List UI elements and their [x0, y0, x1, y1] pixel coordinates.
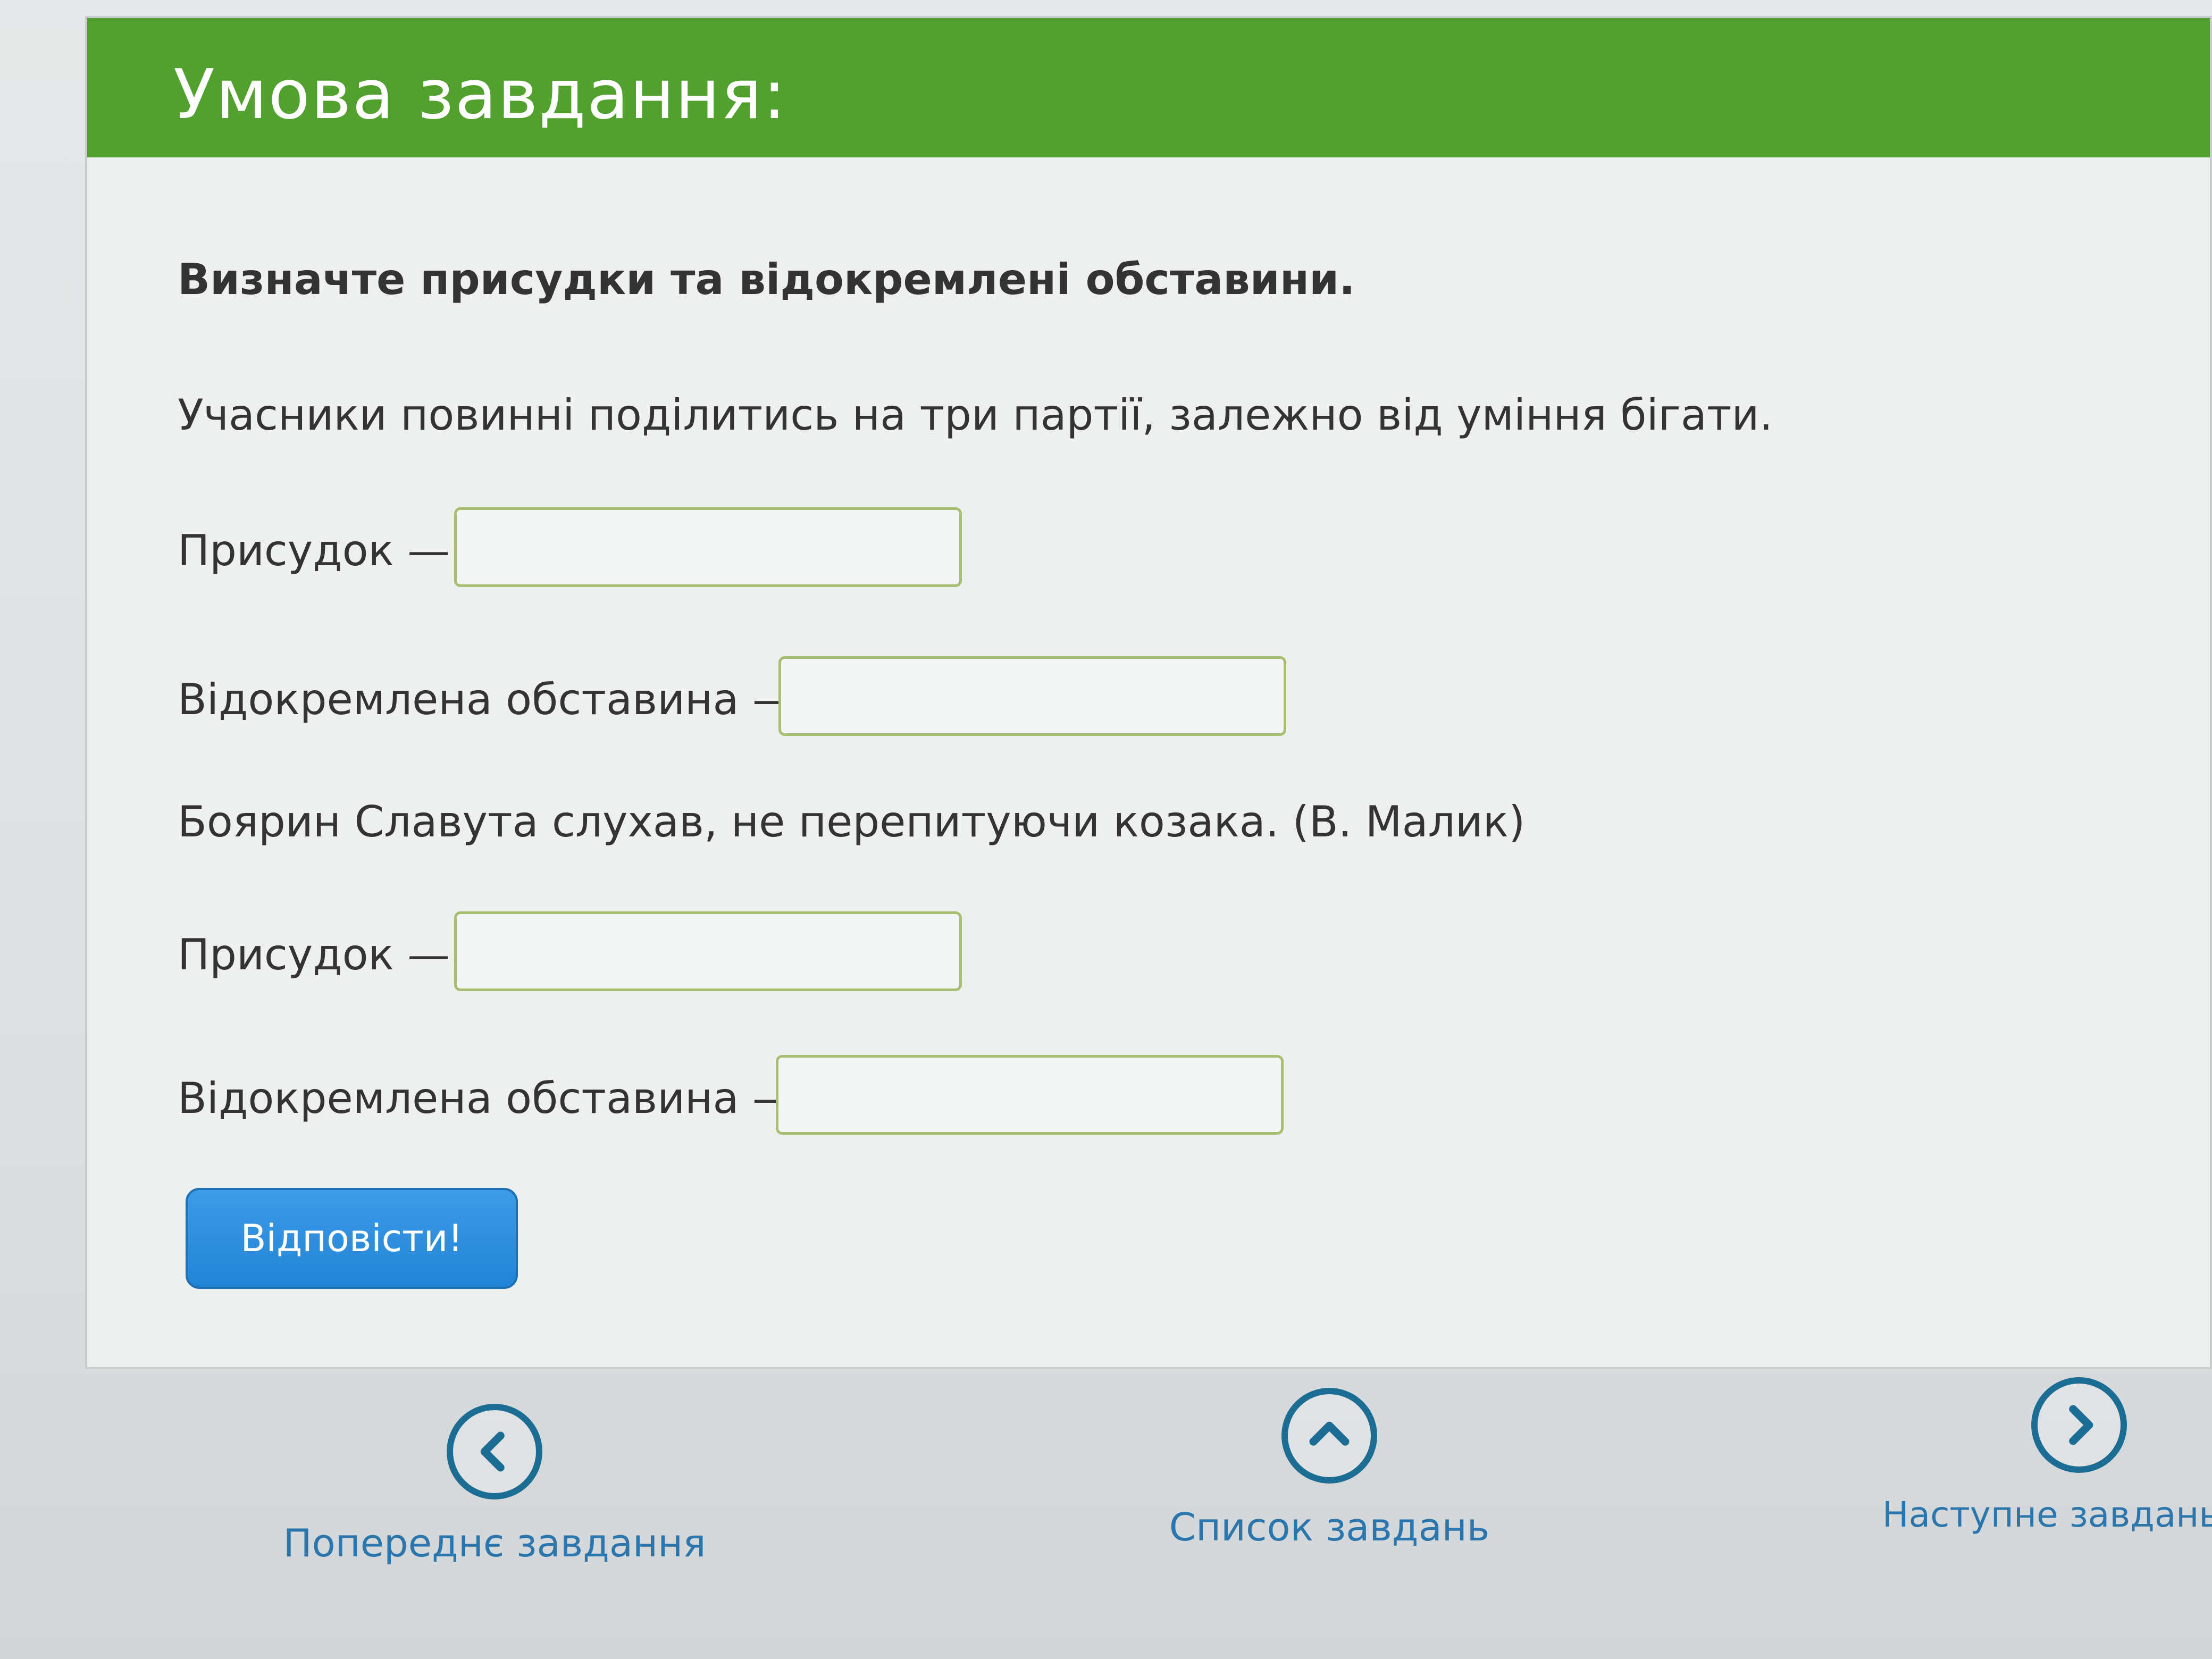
adverbial-input-2[interactable]: [776, 1055, 1284, 1135]
adverbial-input-1[interactable]: [778, 656, 1286, 736]
chevron-up-icon: [1309, 1421, 1350, 1446]
task-instruction: Визначте присудки та відокремлені обстав…: [178, 255, 1355, 304]
predicate-input-2[interactable]: [454, 911, 962, 991]
task-title: Умова завдання:: [173, 55, 787, 135]
next-task-link[interactable]: Наступне завдань: [1882, 1377, 2212, 1535]
task-header: Умова завдання:: [87, 18, 2210, 157]
task-list-link[interactable]: Список завдань: [1117, 1388, 1542, 1549]
chevron-right-circle-icon: [2031, 1377, 2127, 1473]
chevron-left-circle-icon: [447, 1404, 542, 1499]
previous-task-label: Попереднє завдання: [283, 1521, 706, 1565]
adverbial-label-2: Відокремлена обставина —: [178, 1074, 795, 1123]
predicate-label-2: Присудок —: [178, 930, 450, 979]
chevron-up-circle-icon: [1281, 1388, 1377, 1484]
chevron-left-icon: [480, 1431, 505, 1472]
predicate-input-1[interactable]: [454, 507, 962, 587]
predicate-label-1: Присудок —: [178, 526, 450, 575]
task-list-label: Список завдань: [1169, 1505, 1490, 1549]
sentence-1: Учасники повинні поділитись на три парті…: [178, 390, 1773, 440]
previous-task-link[interactable]: Попереднє завдання: [276, 1404, 713, 1565]
task-card: Умова завдання: Визначте присудки та від…: [85, 16, 2212, 1369]
sentence-2: Боярин Славута слухав, не перепитуючи ко…: [178, 797, 1526, 847]
submit-answer-button[interactable]: Відповісти!: [186, 1188, 518, 1289]
next-task-label: Наступне завдань: [1882, 1494, 2212, 1535]
chevron-right-icon: [2069, 1405, 2093, 1445]
adverbial-label-1: Відокремлена обставина —: [178, 675, 795, 724]
page: Умова завдання: Визначте присудки та від…: [0, 0, 2212, 1659]
